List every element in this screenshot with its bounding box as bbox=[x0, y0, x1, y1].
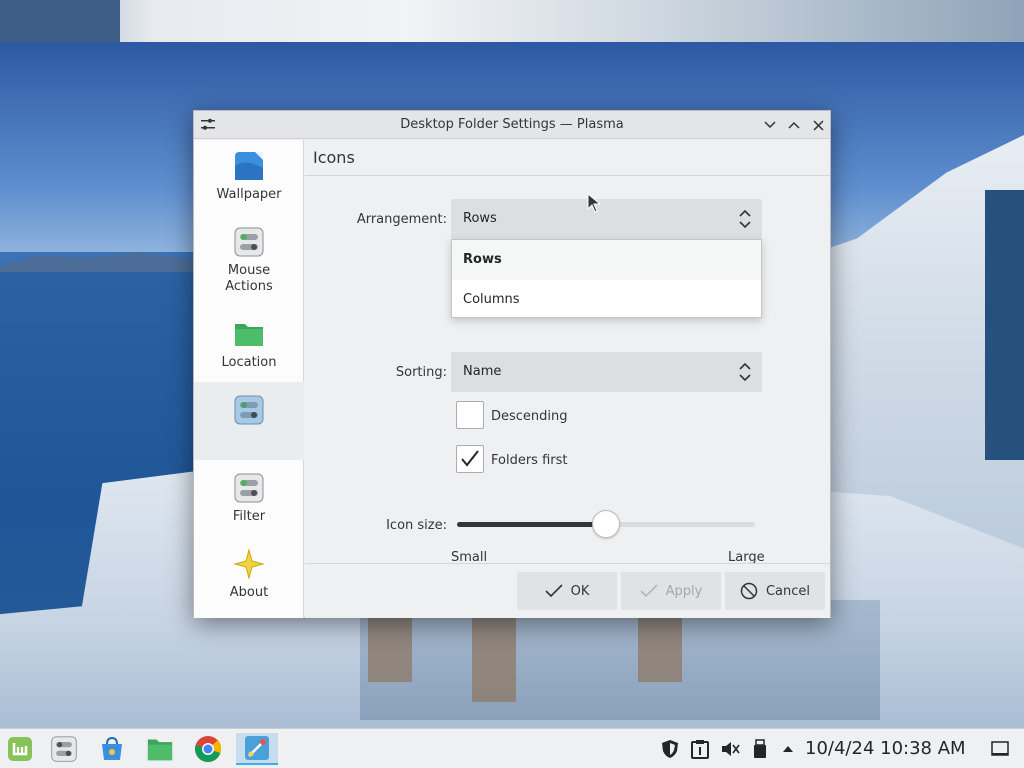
sidebar-item-mouse-actions[interactable]: Mouse Actions bbox=[194, 226, 304, 306]
taskbar-system-settings[interactable] bbox=[236, 733, 278, 765]
slider-handle[interactable] bbox=[592, 510, 620, 538]
mint-menu-icon bbox=[8, 737, 32, 761]
system-clock[interactable]: 10/4/24 10:38 AM bbox=[805, 738, 966, 759]
sorting-label: Sorting: bbox=[395, 365, 447, 380]
wallpaper-door bbox=[985, 190, 1024, 460]
sidebar-item-icons[interactable] bbox=[194, 382, 304, 460]
icons-form: Arrangement: Rows Rows Columns Sorting: bbox=[305, 177, 830, 565]
wallpaper-top-shadow bbox=[0, 0, 120, 42]
wallpaper-shadow bbox=[360, 600, 880, 720]
taskbar-store[interactable] bbox=[96, 733, 128, 765]
title-bar[interactable]: Desktop Folder Settings — Plasma bbox=[194, 111, 830, 139]
chrome-icon bbox=[195, 736, 222, 763]
clipboard-icon bbox=[691, 740, 709, 759]
apply-button[interactable]: Apply bbox=[621, 572, 721, 610]
settings-app-icon bbox=[245, 736, 269, 760]
checkmark-icon bbox=[640, 584, 658, 598]
store-icon bbox=[102, 736, 122, 760]
descending-checkbox[interactable] bbox=[456, 401, 484, 429]
arrangement-option-rows[interactable]: Rows bbox=[452, 240, 761, 280]
cancel-label: Cancel bbox=[765, 583, 811, 599]
star-icon bbox=[233, 548, 265, 580]
arrangement-option-columns[interactable]: Columns bbox=[452, 280, 761, 320]
minimize-button[interactable] bbox=[760, 115, 780, 135]
wallpaper-post bbox=[638, 612, 682, 682]
sidebar-item-filter[interactable]: Filter bbox=[194, 472, 304, 542]
taskbar-settings-toggle[interactable] bbox=[48, 733, 80, 765]
window-title: Desktop Folder Settings — Plasma bbox=[400, 117, 624, 132]
sorting-dropdown[interactable]: Name bbox=[451, 352, 762, 392]
toggle-icon bbox=[234, 227, 264, 257]
volume-muted-icon bbox=[722, 742, 740, 756]
shield-icon bbox=[662, 740, 678, 758]
sidebar-item-label: About bbox=[229, 585, 269, 600]
expand-up-icon bbox=[783, 746, 793, 752]
option-label: Rows bbox=[463, 252, 502, 267]
wallpaper-post bbox=[368, 612, 412, 682]
toggle-icon bbox=[234, 395, 264, 425]
sorting-value: Name bbox=[463, 364, 502, 379]
tray-expand[interactable] bbox=[778, 739, 798, 759]
toggle-icon bbox=[51, 736, 77, 762]
folder-icon bbox=[147, 739, 173, 761]
option-label: Columns bbox=[463, 292, 520, 307]
usb-icon bbox=[754, 739, 766, 758]
taskbar-chrome[interactable] bbox=[192, 733, 224, 765]
taskbar-files[interactable] bbox=[144, 733, 176, 765]
arrangement-popup: Rows Columns bbox=[451, 239, 762, 318]
arrangement-value: Rows bbox=[463, 211, 497, 226]
updown-arrows-icon bbox=[739, 362, 751, 382]
tray-security[interactable] bbox=[660, 739, 680, 759]
ok-button[interactable]: OK bbox=[517, 572, 617, 610]
folders-first-label: Folders first bbox=[491, 453, 568, 468]
taskbar: 10/4/24 10:38 AM bbox=[0, 728, 1024, 768]
dialog-button-bar: OK Apply Cancel bbox=[305, 563, 830, 618]
folders-first-checkbox[interactable] bbox=[456, 445, 484, 473]
slider-fill bbox=[457, 522, 606, 527]
toggle-icon bbox=[234, 473, 264, 503]
sidebar-item-label: Mouse Actions bbox=[225, 263, 273, 294]
show-desktop-icon bbox=[991, 741, 1009, 756]
arrangement-dropdown[interactable]: Rows bbox=[451, 199, 762, 239]
sidebar-item-location[interactable]: Location bbox=[194, 318, 304, 388]
cancel-button[interactable]: Cancel bbox=[725, 572, 825, 610]
sidebar-item-wallpaper[interactable]: Wallpaper bbox=[194, 150, 304, 220]
page-title: Icons bbox=[313, 148, 355, 167]
tray-volume[interactable] bbox=[720, 739, 740, 759]
show-desktop-button[interactable] bbox=[990, 739, 1010, 759]
updown-arrows-icon bbox=[739, 209, 751, 229]
maximize-button[interactable] bbox=[784, 115, 804, 135]
wallpaper-icon bbox=[235, 152, 263, 180]
sidebar-item-label: Filter bbox=[232, 509, 266, 524]
arrangement-label: Arrangement: bbox=[356, 212, 447, 227]
settings-content: Icons Arrangement: Rows Rows Columns Sor… bbox=[305, 140, 830, 618]
sidebar-item-label: Wallpaper bbox=[216, 187, 282, 202]
wallpaper-top-band bbox=[0, 0, 1024, 42]
wallpaper-post bbox=[472, 612, 516, 702]
icon-size-label: Icon size: bbox=[386, 518, 447, 533]
mouse-cursor-icon bbox=[587, 193, 601, 213]
descending-label: Descending bbox=[491, 409, 568, 424]
tray-device[interactable] bbox=[750, 739, 770, 759]
sidebar-item-label: Location bbox=[221, 355, 277, 370]
page-header: Icons bbox=[305, 140, 830, 176]
close-button[interactable] bbox=[808, 115, 828, 135]
tray-clipboard[interactable] bbox=[690, 739, 710, 759]
chevron-up-icon bbox=[788, 121, 800, 129]
settings-sidebar: Wallpaper Mouse Actions Location Filter … bbox=[194, 140, 304, 618]
application-launcher[interactable] bbox=[4, 733, 36, 765]
cancel-icon bbox=[740, 582, 758, 600]
checkmark-icon bbox=[545, 584, 563, 598]
checkmark-icon bbox=[461, 450, 479, 467]
sidebar-item-about[interactable]: About bbox=[194, 548, 304, 618]
close-icon bbox=[812, 119, 824, 131]
chevron-down-icon bbox=[764, 121, 776, 129]
ok-label: OK bbox=[570, 583, 590, 599]
settings-dialog: Desktop Folder Settings — Plasma Wallpap… bbox=[193, 110, 831, 618]
apply-label: Apply bbox=[665, 583, 703, 599]
folder-icon bbox=[235, 324, 263, 346]
